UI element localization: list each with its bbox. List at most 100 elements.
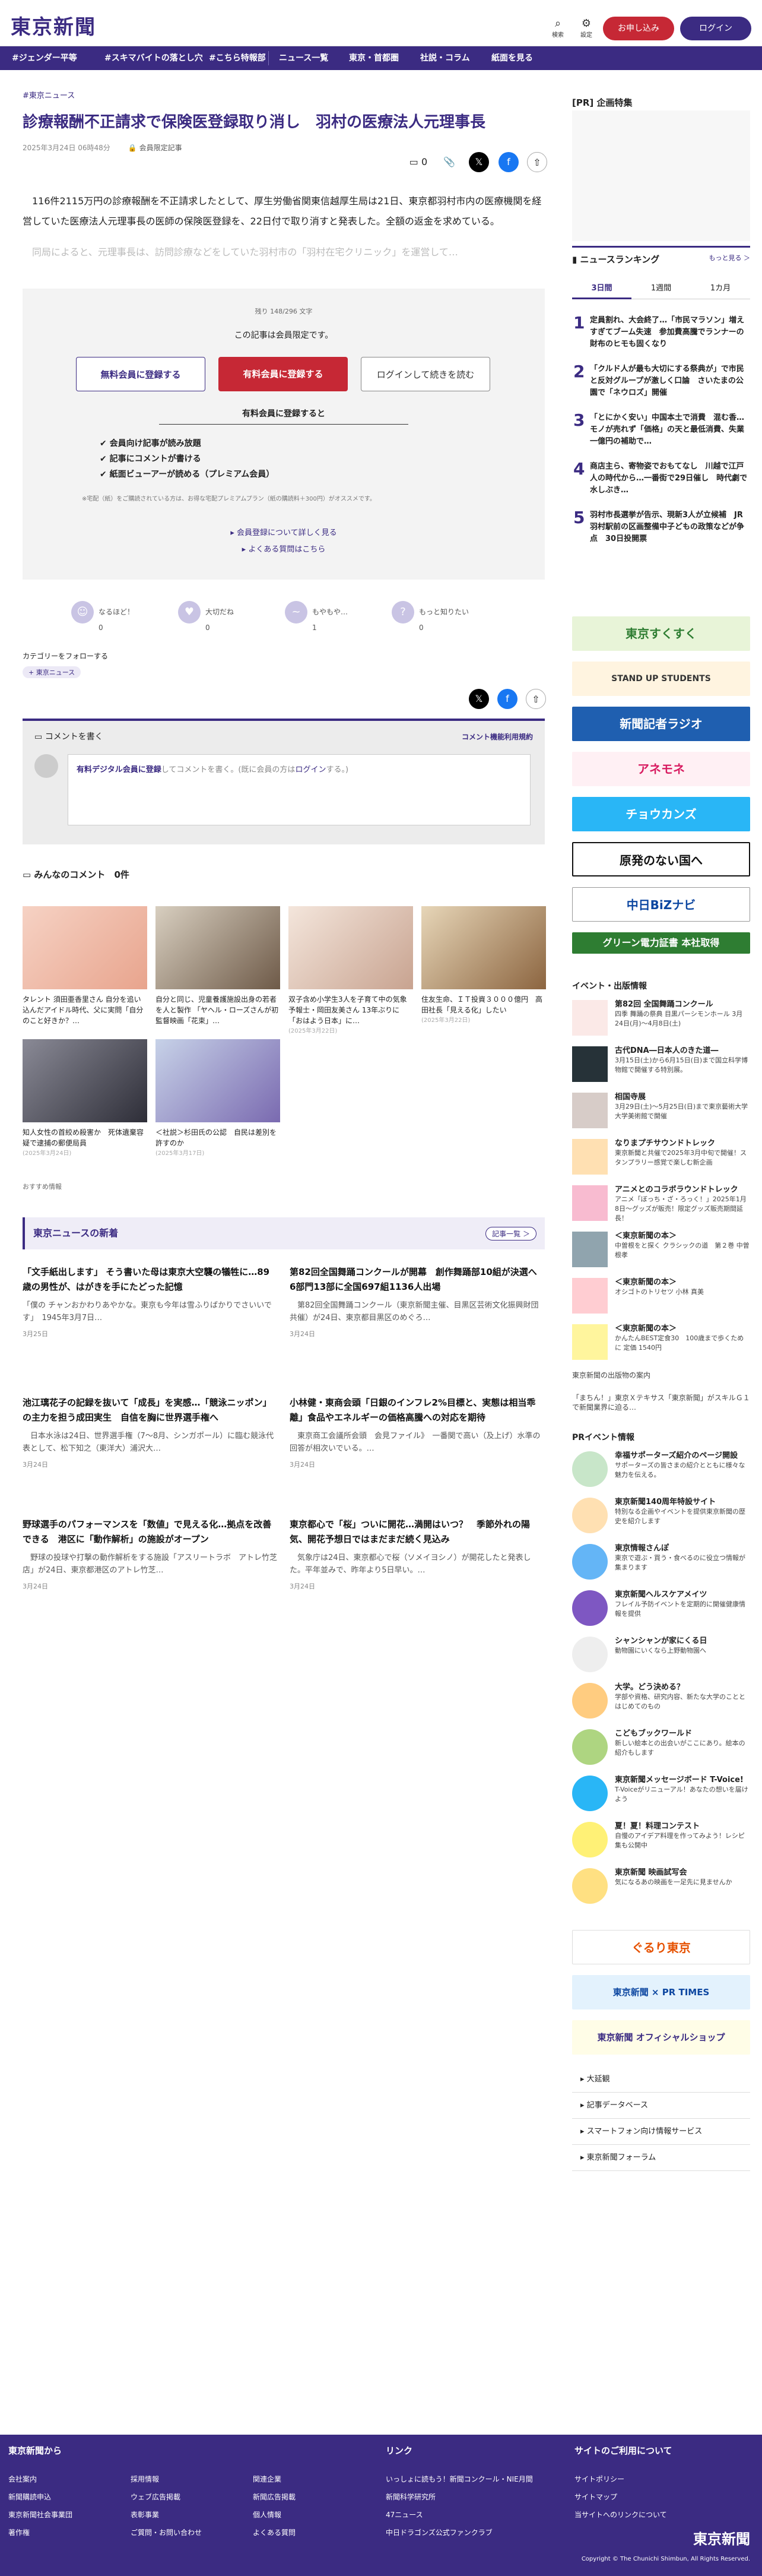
side-link[interactable]: ▸ 大延観 bbox=[572, 2067, 750, 2093]
event-item[interactable]: 相国寺展 3月29日(土)〜5月25日(日)まで東京藝術大学大学美術館で開催 bbox=[572, 1093, 750, 1128]
footer-link[interactable]: いっしょに読もう！新聞コンクール・NIE月間 bbox=[386, 2474, 533, 2484]
facebook-share-icon[interactable]: f bbox=[497, 689, 517, 709]
pr-item[interactable]: 東京新聞140周年特設サイト 特別なる企画やイベントを提供東京新聞の歴史を紹介しま… bbox=[572, 1498, 750, 1533]
event-item[interactable]: なりまプチサウンドトレック 東京新聞と共催で2025年3月中旬で開催！スタンプラリ… bbox=[572, 1139, 750, 1175]
banner-sukusuku[interactable]: 東京すくすく bbox=[572, 616, 750, 651]
facebook-share-icon[interactable]: f bbox=[499, 152, 519, 172]
footer-link[interactable]: 新聞購読申込 bbox=[8, 2492, 51, 2502]
nav-item-news-list[interactable]: ニュース一覧 bbox=[279, 46, 328, 70]
banner-green-power[interactable]: グリーン電力証書 本社取得 bbox=[572, 932, 750, 954]
side-link[interactable]: ▸ 記事データベース bbox=[572, 2093, 750, 2119]
banner-news-radio[interactable]: 新聞記者ラジオ bbox=[572, 707, 750, 741]
news-item[interactable]: 小林健・東商会頭「日銀のインフレ2%目標と、実態は相当乖離」食品やエネルギーの価… bbox=[290, 1395, 545, 1472]
event-link[interactable]: 東京新聞の出版物の案内 bbox=[572, 1371, 750, 1380]
faq-link[interactable]: ▸ よくある質問はこちら bbox=[23, 543, 545, 554]
login-continue-button[interactable]: ログインして続きを読む bbox=[361, 357, 490, 391]
banner-anemone[interactable]: アネモネ bbox=[572, 752, 750, 786]
ranking-item[interactable]: 3 「とにかく安い」中国本土で消費 混む香…モノが売れず「価格」の天と最低消費、失… bbox=[572, 412, 752, 448]
side-link[interactable]: ▸ 東京新聞フォーラム bbox=[572, 2145, 750, 2171]
event-link[interactable]: 「まちん！」東京Ｘテキサス「東京新聞」がスキルＧ１で新聞業界に迫る… bbox=[572, 1393, 750, 1412]
ranking-item[interactable]: 1 定員割れ、大会終了…「市民マラソン」増えすぎてブーム失速 参加費高騰でランナー… bbox=[572, 315, 750, 350]
tab-1week[interactable]: 1週間 bbox=[631, 278, 691, 299]
footer-link[interactable]: 新聞広告掲載 bbox=[253, 2492, 296, 2502]
related-card[interactable]: タレント 須田亜香里さん 自分を追い込んだアイドル時代、父に実問「自分のこと好き… bbox=[23, 906, 147, 1026]
nav-item-gender[interactable]: #ジェンダー平等 bbox=[12, 46, 77, 70]
banner-stand-up-students[interactable]: STAND UP STUDENTS bbox=[572, 662, 750, 696]
paid-register-button[interactable]: 有料会員に登録する bbox=[218, 357, 348, 391]
x-share-icon[interactable]: 𝕏 bbox=[469, 689, 489, 709]
comment-count-button[interactable]: ▭ 0 bbox=[404, 152, 433, 172]
settings-button[interactable]: ⚙ 設定 bbox=[574, 18, 598, 39]
news-item[interactable]: 池江璃花子の記録を抜いて「成長」を実感…「競泳ニッポン」の主力を担う成田実生 自… bbox=[23, 1395, 278, 1472]
subscribe-button[interactable]: お申し込み bbox=[603, 17, 674, 40]
event-item[interactable]: ＜東京新聞の本＞ かんたんBEST定食30 100歳まで歩くために 定価 1540… bbox=[572, 1324, 750, 1360]
banner-official-shop[interactable]: 東京新聞 オフィシャルショップ bbox=[572, 2020, 750, 2055]
tab-1month[interactable]: 1カ月 bbox=[691, 278, 750, 299]
banner-choukanzu[interactable]: チョウカンズ bbox=[572, 797, 750, 831]
nav-item-tokyo[interactable]: 東京・首都圏 bbox=[349, 46, 399, 70]
ranking-item[interactable]: 2 「クルド人が最も大切にする祭典が」で市民と反対グループが激しく口論 さいたまの… bbox=[572, 363, 750, 399]
nav-item-editorial[interactable]: 社説・コラム bbox=[420, 46, 470, 70]
clip-icon[interactable]: 📎 bbox=[439, 152, 459, 172]
footer-link[interactable]: 個人情報 bbox=[253, 2509, 281, 2520]
x-share-icon[interactable]: 𝕏 bbox=[469, 152, 489, 172]
event-item[interactable]: ＜東京新聞の本＞ 中曽根をと探く クラシックの道 第２巻 中曽根孝 bbox=[572, 1232, 750, 1267]
footer-link[interactable]: 新聞科学研究所 bbox=[386, 2492, 436, 2502]
event-item[interactable]: 第82回 全国舞踊コンクール 四季 舞踊の祭典 目黒パーシモンホール 3月24日(… bbox=[572, 1000, 750, 1036]
footer-link[interactable]: ご質問・お問い合わせ bbox=[131, 2527, 202, 2537]
footer-link[interactable]: 東京新聞社会事業団 bbox=[8, 2509, 72, 2520]
news-item[interactable]: 「文手紙出します」 そう書いた母は東京大空襲の犠牲に…89歳の男性が、はがきを手… bbox=[23, 1265, 278, 1341]
news-more-link[interactable]: 記事一覧 ＞ bbox=[485, 1227, 536, 1240]
pr-item[interactable]: 東京新聞ヘルスケアメイツ フレイル予防イベントを定期的に開催健康情報を提供 bbox=[572, 1590, 750, 1626]
footer-link[interactable]: 表彰事業 bbox=[131, 2509, 159, 2520]
related-card[interactable]: 自分と同じ、児童養護施設出身の若者を人と製作 「ヤヘル・ローズさんが初監督映画「… bbox=[155, 906, 280, 1026]
pr-item[interactable]: 幸福サポーターズ紹介のページ開設 サポーターズの皆さまの紹介とともに様々な魅力を伝… bbox=[572, 1451, 750, 1487]
breadcrumb-category[interactable]: #東京ニュース bbox=[23, 89, 75, 100]
share-icon[interactable]: ⇧ bbox=[526, 689, 546, 709]
footer-link[interactable]: サイトマップ bbox=[574, 2492, 617, 2502]
follow-tag[interactable]: + 東京ニュース bbox=[23, 666, 81, 678]
news-item[interactable]: 第82回全国舞踊コンクールが開幕 創作舞踊部10組が決選へ 6部門13部に全国6… bbox=[290, 1265, 546, 1341]
footer-link[interactable]: 会社案内 bbox=[8, 2474, 37, 2484]
banner-pr-times[interactable]: 東京新聞 × PR TIMES bbox=[572, 1975, 750, 2009]
event-item[interactable]: 古代DNA―日本人のきた道― 3月15日(土)から6月15日(日)まで国立科学博物… bbox=[572, 1046, 750, 1082]
event-item[interactable]: アニメとのコラボラウンドトレック アニメ「ぼっち・ざ・ろっく！」2025年1月8日… bbox=[572, 1185, 750, 1223]
footer-link[interactable]: 当サイトへのリンクについて bbox=[574, 2509, 667, 2520]
footer-link[interactable]: よくある質問 bbox=[253, 2527, 296, 2537]
footer-link[interactable]: 採用情報 bbox=[131, 2474, 159, 2484]
comment-rules-link[interactable]: コメント機能利用規約 bbox=[462, 732, 533, 742]
search-button[interactable]: ⌕ 検索 bbox=[546, 18, 570, 39]
footer-link[interactable]: 著作権 bbox=[8, 2527, 30, 2537]
pr-item[interactable]: 東京新聞 映画試写会 気になるあの映画を一足先に見ませんか bbox=[572, 1868, 750, 1904]
free-register-button[interactable]: 無料会員に登録する bbox=[76, 357, 205, 391]
footer-link[interactable]: ウェブ広告掲載 bbox=[131, 2492, 180, 2502]
event-item[interactable]: ＜東京新聞の本＞ オシゴトのトリセツ 小林 真美 bbox=[572, 1278, 750, 1314]
ranking-more-link[interactable]: もっと見る ＞ bbox=[709, 253, 751, 262]
side-link[interactable]: ▸ スマートフォン向け情報サービス bbox=[572, 2119, 750, 2145]
pr-item[interactable]: こどもブックワールド 新しい絵本との出会いがここにあり。絵本の紹介もします bbox=[572, 1729, 750, 1765]
reaction-moyamoya[interactable]: ~ もやもや… 1 bbox=[285, 601, 348, 632]
footer-link[interactable]: サイトポリシー bbox=[574, 2474, 624, 2484]
footer-link[interactable]: 47ニュース bbox=[386, 2509, 423, 2520]
pr-item[interactable]: 東京新聞メッセージボード T-Voice! T-Voiceがリニューアル！あなたの… bbox=[572, 1776, 750, 1811]
related-card[interactable]: 双子含め小学生3人を子育て中の気象予報士・岡田友美さん 13年ぶりに「おはよう日… bbox=[288, 906, 413, 1037]
membership-details-link[interactable]: ▸ 会員登録について詳しく見る bbox=[23, 526, 545, 537]
pr-item[interactable]: 東京情報さんぽ 東京で遊ぶ・買う・食べるのに役立つ情報が集まります bbox=[572, 1544, 750, 1580]
news-item[interactable]: 野球選手のパフォーマンスを「数値」で見える化…拠点を改善できる 港区に「動作解析… bbox=[23, 1517, 278, 1594]
pr-item[interactable]: 大学。どう決める？ 学部や資格、研究内容、新たな大学のこととはじめてのもの bbox=[572, 1683, 750, 1719]
nav-item-paper[interactable]: 紙面を見る bbox=[491, 46, 533, 70]
tab-3days[interactable]: 3日間 bbox=[572, 278, 631, 299]
footer-link[interactable]: 中日ドラゴンズ公式ファンクラブ bbox=[386, 2527, 493, 2537]
nav-item-sukima[interactable]: #スキマバイトの落とし穴 bbox=[104, 46, 203, 70]
related-card[interactable]: 住友生命、ＩＴ投資３０００億円 高田社長「見える化」したい (2025年3月22日… bbox=[421, 906, 546, 1026]
footer-link[interactable]: 関連企業 bbox=[253, 2474, 281, 2484]
related-card[interactable]: 知人女性の首絞め殺害か 死体遺棄容疑で逮捕の郵便局員 (2025年3月24日) bbox=[23, 1039, 147, 1159]
reaction-taisetsu[interactable]: ♥ 大切だね 0 bbox=[178, 601, 234, 632]
site-logo[interactable]: 東京新聞 bbox=[11, 11, 96, 40]
share-icon[interactable]: ⇧ bbox=[527, 152, 547, 172]
news-item[interactable]: 東京都心で「桜」ついに開花…満開はいつ？ 季節外れの陽気、開花予想日ではまだまだ… bbox=[290, 1517, 545, 1594]
ranking-item[interactable]: 4 商店主ら、寄物姿でおもてなし 川越で江戸人の時代から…一番街で29日催し 時代… bbox=[572, 461, 750, 496]
login-button[interactable]: ログイン bbox=[680, 17, 751, 40]
ranking-item[interactable]: 5 羽村市長選挙が告示、現新3人が立候補 JR羽村駅前の区画整備中子どもの政策など… bbox=[572, 509, 750, 545]
reaction-naruhodo[interactable]: ☺ なるほど！ 0 bbox=[71, 601, 134, 632]
